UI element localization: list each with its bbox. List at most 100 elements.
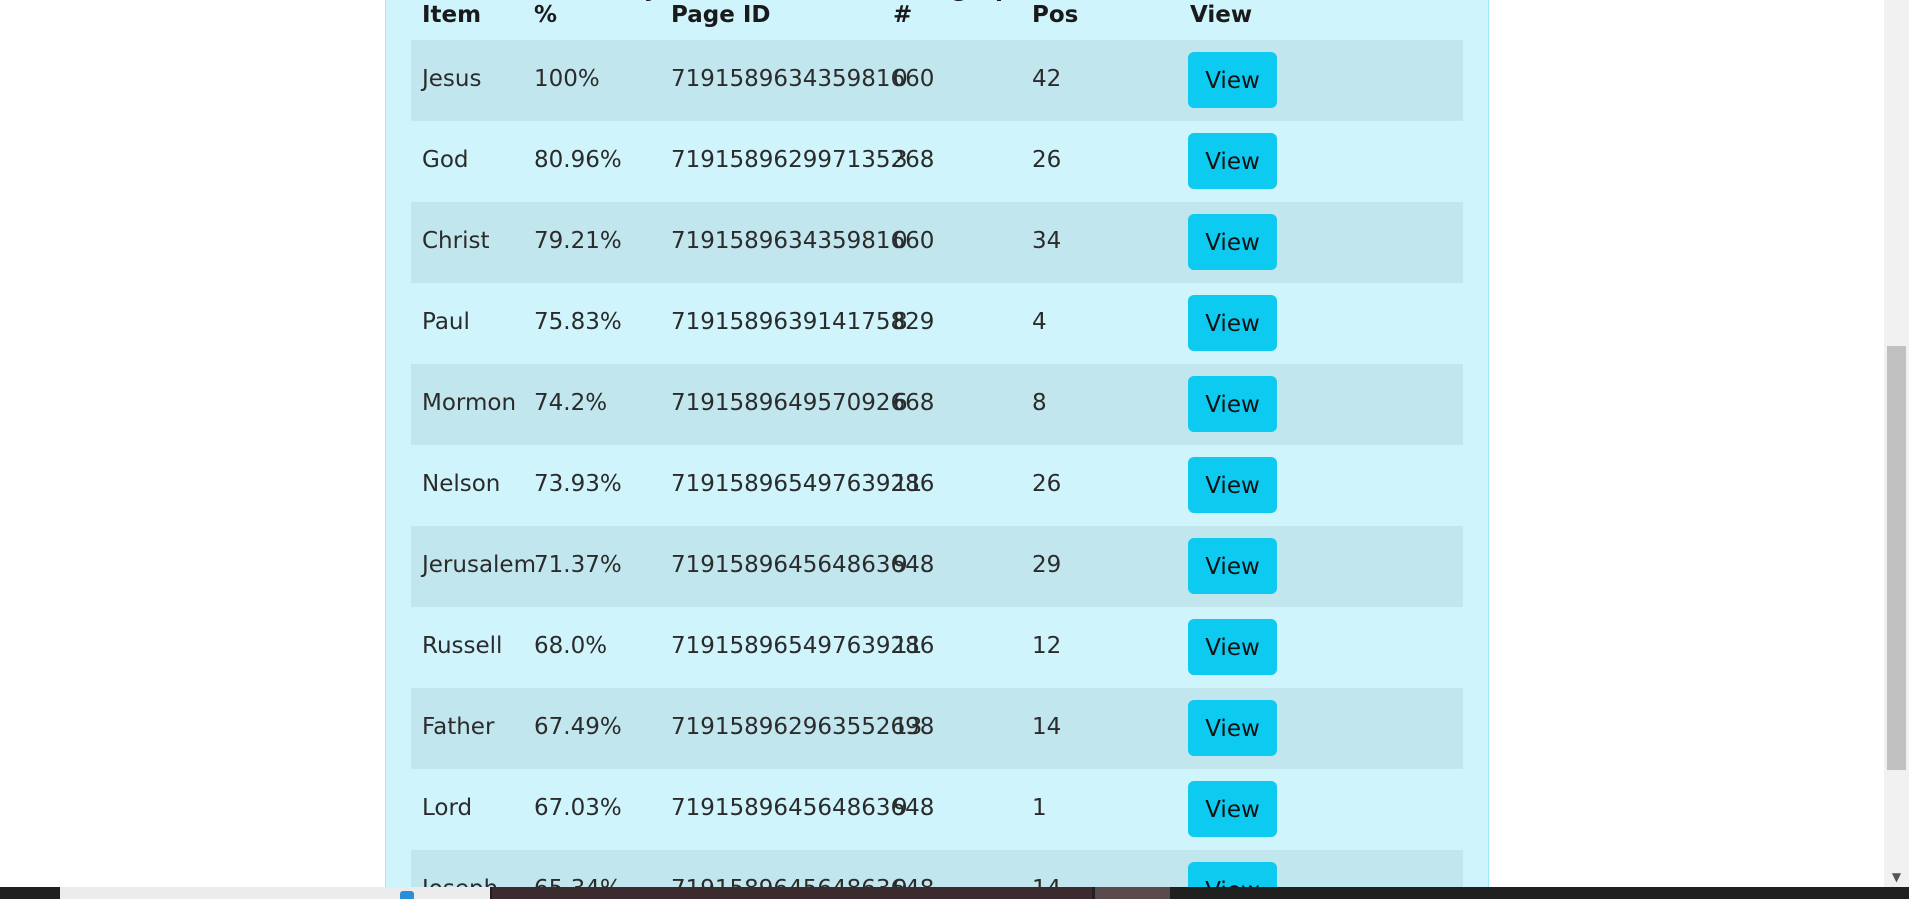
cell-char-start: 14 bbox=[1021, 850, 1179, 887]
cell-text-item: Jerusalem bbox=[411, 526, 536, 607]
cell-view: View bbox=[1179, 526, 1463, 607]
view-button[interactable]: View bbox=[1188, 619, 1277, 675]
view-button[interactable]: View bbox=[1188, 214, 1277, 270]
cell-text-item: Joseph bbox=[411, 850, 523, 887]
view-button[interactable]: View bbox=[1188, 457, 1277, 513]
view-button[interactable]: View bbox=[1188, 295, 1277, 351]
view-button[interactable]: View bbox=[1188, 700, 1277, 756]
header-view: View bbox=[1190, 2, 1253, 28]
cell-similarity: 100% bbox=[523, 40, 660, 121]
cell-similarity: 68.0% bbox=[523, 607, 660, 688]
cell-paragraph: 9 bbox=[882, 526, 1021, 607]
table-row: Mormon 74.2% 719158964957092668 6 8 View bbox=[411, 364, 1463, 445]
cell-similarity: 67.49% bbox=[523, 688, 660, 769]
vertical-scrollbar[interactable]: ▼ bbox=[1884, 0, 1909, 887]
cell-char-start: 29 bbox=[1021, 526, 1179, 607]
cell-char-start: 12 bbox=[1021, 607, 1179, 688]
cell-similarity: 80.96% bbox=[523, 121, 660, 202]
scroll-down-arrow-icon[interactable]: ▼ bbox=[1884, 867, 1909, 887]
cell-paragraph: 9 bbox=[882, 769, 1021, 850]
taskbar-app-search[interactable] bbox=[60, 887, 490, 899]
cell-page-id: 719158964957092668 bbox=[660, 364, 934, 445]
cell-text-item: Russell bbox=[411, 607, 523, 688]
cell-paragraph: 6 bbox=[882, 364, 1021, 445]
cell-similarity: 73.93% bbox=[523, 445, 660, 526]
cell-view: View bbox=[1179, 364, 1463, 445]
results-table: Text Item Similarity % Page ID Paragraph… bbox=[411, 0, 1463, 887]
cell-paragraph: 11 bbox=[882, 607, 1021, 688]
cell-view: View bbox=[1179, 607, 1463, 688]
cell-text-item: God bbox=[411, 121, 523, 202]
cell-similarity: 75.83% bbox=[523, 283, 660, 364]
header-similarity: Similarity % bbox=[534, 0, 659, 28]
cell-similarity: 74.2% bbox=[523, 364, 660, 445]
cell-similarity: 67.03% bbox=[523, 769, 660, 850]
view-button[interactable]: View bbox=[1188, 538, 1277, 594]
cell-text-item: Jesus bbox=[411, 40, 523, 121]
cell-page-id: 719158965497639286 bbox=[660, 607, 934, 688]
cell-page-id: 719158964564863648 bbox=[660, 526, 934, 607]
table-row: Jesus 100% 719158963435981660 0 42 View bbox=[411, 40, 1463, 121]
scrollbar-thumb[interactable] bbox=[1887, 346, 1906, 770]
cell-char-start: 26 bbox=[1021, 445, 1179, 526]
cell-similarity: 79.21% bbox=[523, 202, 660, 283]
taskbar bbox=[0, 887, 1909, 899]
cell-paragraph: 11 bbox=[882, 445, 1021, 526]
cell-paragraph: 0 bbox=[882, 202, 1021, 283]
cell-page-id: 719158962997135268 bbox=[660, 121, 934, 202]
header-char-start-pos: Char Start Pos bbox=[1032, 0, 1166, 28]
cell-paragraph: 3 bbox=[882, 121, 1021, 202]
table-row: Russell 68.0% 719158965497639286 11 12 V… bbox=[411, 607, 1463, 688]
cell-view: View bbox=[1179, 769, 1463, 850]
cell-view: View bbox=[1179, 850, 1463, 887]
cell-page-id: 719158963435981660 bbox=[660, 40, 934, 121]
taskbar-app-window[interactable] bbox=[1095, 887, 1170, 899]
cell-view: View bbox=[1179, 40, 1463, 121]
browser-icon[interactable] bbox=[400, 891, 414, 899]
cell-text-item: Christ bbox=[411, 202, 523, 283]
cell-paragraph: 9 bbox=[882, 850, 1021, 887]
cell-char-start: 42 bbox=[1021, 40, 1179, 121]
table-row: Christ 79.21% 719158963435981660 0 34 Vi… bbox=[411, 202, 1463, 283]
view-button[interactable]: View bbox=[1188, 133, 1277, 189]
cell-paragraph: 13 bbox=[882, 688, 1021, 769]
table-row: Paul 75.83% 719158963914175829 8 4 View bbox=[411, 283, 1463, 364]
table-row: Lord 67.03% 719158964564863648 9 1 View bbox=[411, 769, 1463, 850]
view-button[interactable]: View bbox=[1188, 862, 1277, 887]
table-row: Jerusalem 71.37% 719158964564863648 9 29… bbox=[411, 526, 1463, 607]
view-button[interactable]: View bbox=[1188, 781, 1277, 837]
results-panel: Text Item Similarity % Page ID Paragraph… bbox=[385, 0, 1489, 887]
table-row: Nelson 73.93% 719158965497639286 11 26 V… bbox=[411, 445, 1463, 526]
cell-page-id: 719158963914175829 bbox=[660, 283, 934, 364]
table-header-row: Text Item Similarity % Page ID Paragraph… bbox=[411, 0, 1463, 40]
cell-similarity: 71.37% bbox=[523, 526, 660, 607]
cell-view: View bbox=[1179, 121, 1463, 202]
header-text-item: Text Item bbox=[422, 0, 482, 28]
cell-page-id: 719158962963552698 bbox=[660, 688, 934, 769]
cell-similarity: 65.34% bbox=[523, 850, 660, 887]
cell-paragraph: 8 bbox=[882, 283, 1021, 364]
cell-char-start: 34 bbox=[1021, 202, 1179, 283]
cell-page-id: 719158963435981660 bbox=[660, 202, 934, 283]
table-row: Father 67.49% 719158962963552698 13 14 V… bbox=[411, 688, 1463, 769]
cell-page-id: 719158964564863648 bbox=[660, 769, 934, 850]
cell-view: View bbox=[1179, 445, 1463, 526]
cell-view: View bbox=[1179, 688, 1463, 769]
view-button[interactable]: View bbox=[1188, 52, 1277, 108]
cell-view: View bbox=[1179, 283, 1463, 364]
cell-char-start: 4 bbox=[1021, 283, 1179, 364]
cell-text-item: Paul bbox=[411, 283, 523, 364]
cell-view: View bbox=[1179, 202, 1463, 283]
cell-paragraph: 0 bbox=[882, 40, 1021, 121]
view-button[interactable]: View bbox=[1188, 376, 1277, 432]
cell-page-id: 719158965497639286 bbox=[660, 445, 934, 526]
cell-text-item: Lord bbox=[411, 769, 523, 850]
header-paragraph: Paragraph # bbox=[893, 0, 1028, 28]
table-row: God 80.96% 719158962997135268 3 26 View bbox=[411, 121, 1463, 202]
cell-text-item: Mormon bbox=[411, 364, 523, 445]
results-body: Jesus 100% 719158963435981660 0 42 View … bbox=[411, 40, 1463, 887]
taskbar-app-window[interactable] bbox=[492, 887, 1092, 899]
cell-text-item: Father bbox=[411, 688, 523, 769]
cell-text-item: Nelson bbox=[411, 445, 523, 526]
cell-char-start: 8 bbox=[1021, 364, 1179, 445]
